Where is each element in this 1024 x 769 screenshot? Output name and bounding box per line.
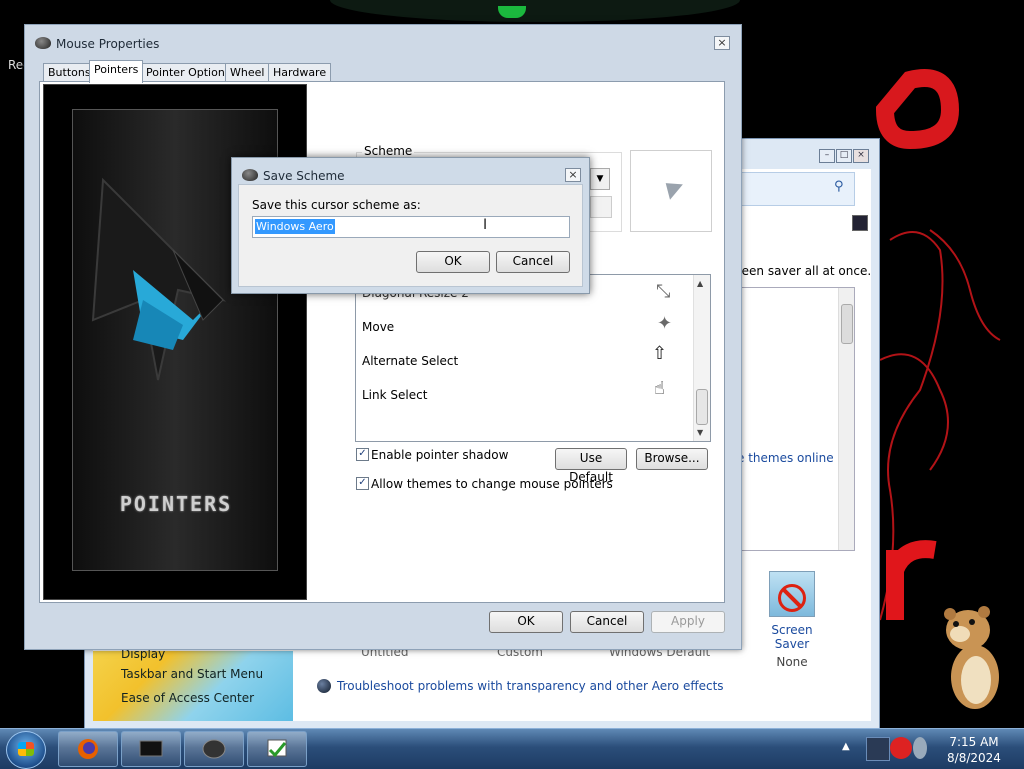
ok-button[interactable]: OK <box>489 611 563 633</box>
maximize-button[interactable]: □ <box>836 149 852 163</box>
taskbar-display-button[interactable] <box>121 731 181 767</box>
taskbar-mouse-button[interactable] <box>184 731 244 767</box>
taskbar: ▲ 7:15 AM 8/8/2024 <box>0 728 1024 769</box>
get-themes-online-link[interactable]: e themes online <box>737 451 834 465</box>
tab-buttons[interactable]: Buttons <box>43 63 96 82</box>
apply-button[interactable]: Apply <box>651 611 725 633</box>
personalization-icon <box>267 739 287 758</box>
scroll-down-icon[interactable]: ▼ <box>697 428 703 437</box>
save-scheme-dialog: Save Scheme × Save this cursor scheme as… <box>231 157 590 294</box>
save-scheme-prompt: Save this cursor scheme as: <box>252 198 421 212</box>
help-icon[interactable] <box>852 215 868 231</box>
desktop-gadget-top <box>330 0 740 22</box>
scheme-name-input[interactable]: Windows Aero I <box>252 216 570 238</box>
window-title: Mouse Properties <box>56 37 160 51</box>
cursor-customize-list[interactable]: Diagonal Resize 2 ⤡ Move ✦ Alternate Sel… <box>355 274 711 442</box>
screen-icon <box>139 740 163 757</box>
show-hidden-icons-icon[interactable]: ▲ <box>842 741 850 752</box>
dialog-title: Save Scheme <box>263 169 345 183</box>
taskbar-personalization-button[interactable] <box>247 731 307 767</box>
aero-troubleshoot-icon <box>317 679 331 693</box>
search-box[interactable]: t ⚲ <box>733 172 855 206</box>
cursor-list-scrollbar[interactable]: ▲ ▼ <box>693 275 710 441</box>
see-also-panel: Display Taskbar and Start Menu Ease of A… <box>93 647 293 721</box>
mouse-icon <box>35 37 51 49</box>
save-ok-button[interactable]: OK <box>416 251 490 273</box>
network-icon[interactable] <box>913 737 927 759</box>
text-cursor-icon: I <box>483 217 488 233</box>
use-default-button[interactable]: Use Default <box>555 448 627 484</box>
themes-scrollbar[interactable] <box>838 288 854 550</box>
mouse-icon <box>202 739 226 759</box>
art-label: POINTERS <box>119 492 233 516</box>
hand-icon: ☝ <box>654 378 665 399</box>
scheme-label: Scheme <box>362 144 415 158</box>
clock-date: 8/8/2024 <box>947 751 1001 765</box>
mouse-properties-window: Mouse Properties × Buttons Pointers Poin… <box>24 24 742 650</box>
system-clock[interactable]: 7:15 AM 8/8/2024 <box>938 734 1010 766</box>
tab-pointer-options[interactable]: Pointer Options <box>141 63 236 82</box>
taskbar-firefox-button[interactable] <box>58 731 118 767</box>
mouse-icon <box>242 169 258 181</box>
close-button[interactable]: × <box>853 149 869 163</box>
hamster-image <box>944 606 999 709</box>
pointer-preview <box>630 150 712 232</box>
scroll-thumb[interactable] <box>696 389 708 425</box>
list-item[interactable]: Link Select <box>362 388 427 402</box>
scheme-name-value: Windows Aero <box>255 219 335 234</box>
arrow-cursor-icon <box>653 170 683 200</box>
minimize-button[interactable]: – <box>819 149 835 163</box>
close-button[interactable]: × <box>565 168 581 182</box>
screen-saver-icon <box>769 571 815 617</box>
move-icon: ✦ <box>657 313 673 334</box>
tray-alert-icon[interactable] <box>890 737 912 759</box>
save-cancel-button[interactable]: Cancel <box>496 251 570 273</box>
list-item[interactable]: Alternate Select <box>362 354 458 368</box>
scheme-dropdown-arrow[interactable]: ▼ <box>590 168 610 190</box>
start-button[interactable] <box>6 731 46 769</box>
enable-pointer-shadow-checkbox[interactable]: ✓ <box>356 448 369 461</box>
screen-saver-value: None <box>776 655 808 669</box>
up-arrow-icon: ⇧ <box>652 343 668 364</box>
firefox-icon <box>78 739 98 759</box>
screen-saver-label: Screen Saver <box>771 623 813 651</box>
see-also-ease-of-access[interactable]: Ease of Access Center <box>121 691 254 705</box>
see-also-taskbar[interactable]: Taskbar and Start Menu <box>121 667 263 681</box>
screen-saver-setting[interactable]: Screen Saver None <box>757 571 827 669</box>
allow-themes-checkbox[interactable]: ✓ <box>356 477 369 490</box>
description-text: reen saver all at once. <box>737 264 872 278</box>
tray-app-icon[interactable] <box>866 737 890 761</box>
themes-list[interactable] <box>733 287 855 551</box>
tab-hardware[interactable]: Hardware <box>268 63 332 82</box>
enable-pointer-shadow-label: Enable pointer shadow <box>371 448 509 462</box>
list-item[interactable]: Move <box>362 320 394 334</box>
scheme-delete-button[interactable] <box>590 196 612 218</box>
diagonal-resize-icon: ⤡ <box>656 281 671 302</box>
scroll-up-icon[interactable]: ▲ <box>697 279 703 288</box>
clock-time: 7:15 AM <box>949 735 999 749</box>
tab-wheel[interactable]: Wheel <box>225 63 270 82</box>
troubleshoot-link[interactable]: Troubleshoot problems with transparency … <box>317 679 724 693</box>
browse-button[interactable]: Browse... <box>636 448 708 470</box>
search-icon[interactable]: ⚲ <box>834 179 850 195</box>
cancel-button[interactable]: Cancel <box>570 611 644 633</box>
tab-pointers[interactable]: Pointers <box>89 60 144 83</box>
close-button[interactable]: × <box>714 36 730 50</box>
troubleshoot-link-text: Troubleshoot problems with transparency … <box>337 679 724 693</box>
